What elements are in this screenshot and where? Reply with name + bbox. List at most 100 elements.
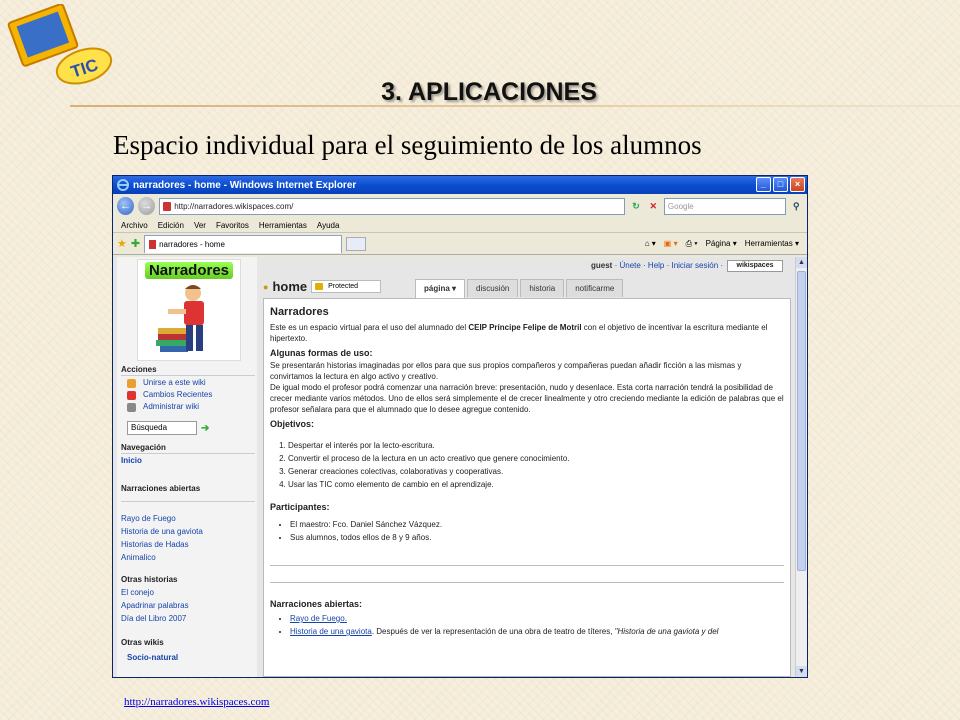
sidebar-link-hadas[interactable]: Historias de Hadas [121, 540, 189, 549]
content-divider [270, 565, 784, 566]
link-rayo-de-fuego[interactable]: Rayo de Fuego. [290, 614, 347, 623]
sidebar-link-admin[interactable]: Administrar wiki [143, 402, 199, 411]
menu-ver[interactable]: Ver [194, 221, 206, 230]
formas-paragraph-2: De igual modo el profesor podrá comenzar… [270, 383, 784, 414]
protected-badge: Protected [311, 280, 382, 293]
objetivos-list: Despertar el interés por la lecto-escrit… [288, 440, 784, 490]
wiki-content: Narradores Este es un espacio virtual pa… [263, 298, 791, 677]
sidebar-divider [121, 375, 255, 376]
maximize-button[interactable]: □ [773, 177, 788, 192]
sidebar-link-recent[interactable]: Cambios Recientes [143, 390, 212, 399]
search-input[interactable]: Google [663, 197, 786, 215]
content-divider [270, 582, 784, 583]
participantes-heading: Participantes: [270, 502, 330, 512]
menu-bar: Archivo Edición Ver Favoritos Herramient… [113, 218, 807, 233]
sidebar-link-dia-libro[interactable]: Día del Libro 2007 [121, 614, 186, 623]
slide-subtitle: Espacio individual para el seguimiento d… [113, 130, 702, 160]
user-links[interactable]: guest · Únete · Help · Iniciar sesión · [591, 261, 723, 270]
list-item: Generar creaciones colectivas, colaborat… [288, 466, 784, 477]
sidebar-link-conejo[interactable]: El conejo [121, 588, 154, 597]
sidebar-divider [121, 453, 255, 454]
scroll-up-icon[interactable]: ▲ [796, 257, 807, 268]
reader-illustration [156, 285, 204, 352]
link-historia-gaviota[interactable]: Historia de una gaviota [290, 627, 372, 636]
stop-icon[interactable]: ✕ [647, 199, 660, 213]
list-item: El maestro: Fco. Daniel Sánchez Vázquez. [290, 519, 784, 530]
otras-historias-heading: Otras historias [121, 575, 178, 584]
new-tab-button[interactable] [346, 236, 367, 251]
close-button[interactable]: × [790, 177, 805, 192]
sidebar-link-animalico[interactable]: Animalico [121, 553, 156, 562]
tab-pagina[interactable]: página ▾ [415, 279, 466, 298]
tab-historia[interactable]: historia [520, 279, 565, 297]
tab-notificarme[interactable]: notificarme [566, 279, 624, 297]
source-link[interactable]: http://narradores.wikispaces.com [124, 696, 269, 708]
page-menu[interactable]: Página ▾ [706, 239, 737, 249]
formas-paragraph-1: Se presentarán historias imaginadas por … [270, 361, 742, 381]
feeds-icon[interactable]: ▣ ▾ [664, 239, 678, 249]
refresh-icon[interactable]: ↻ [629, 199, 642, 213]
tools-menu[interactable]: Herramientas ▾ [745, 239, 799, 249]
print-icon[interactable]: ⎙ ▾ [686, 239, 698, 249]
menu-favoritos[interactable]: Favoritos [216, 221, 249, 230]
gear-icon [127, 403, 136, 412]
list-item: Historia de una gaviota. Después de ver … [290, 626, 784, 637]
otras-wikis-heading: Otras wikis [121, 638, 164, 647]
minimize-button[interactable]: _ [756, 177, 771, 192]
menu-ayuda[interactable]: Ayuda [317, 221, 340, 230]
list-item: Despertar el interés por la lecto-escrit… [288, 440, 784, 451]
narraciones-heading: Narraciones abiertas [121, 484, 201, 493]
wikispaces-favicon [163, 201, 172, 211]
scroll-down-icon[interactable]: ▼ [796, 666, 807, 677]
add-favorites-icon[interactable]: ✚ [131, 237, 140, 250]
sidebar-link-apadrinar[interactable]: Apadrinar palabras [121, 601, 189, 610]
page-viewport: Narradores Acciones Unirse a este wiki C… [113, 257, 797, 677]
menu-herramientas[interactable]: Herramientas [259, 221, 307, 230]
address-input[interactable]: http://narradores.wikispaces.com/ [159, 197, 626, 215]
sidebar-link-socio-natural[interactable]: Socio-natural [127, 653, 178, 662]
join-icon [127, 379, 136, 388]
sidebar-link-join[interactable]: Unirse a este wiki [143, 378, 206, 387]
narraciones-list: Rayo de Fuego. Historia de una gaviota. … [290, 613, 784, 637]
ie-icon [117, 179, 129, 191]
vertical-scrollbar[interactable]: ▲ ▼ [795, 257, 807, 677]
menu-edicion[interactable]: Edición [158, 221, 184, 230]
address-toolbar: ← → http://narradores.wikispaces.com/ ↻ … [113, 194, 807, 218]
acciones-heading: Acciones [121, 365, 157, 374]
page-home-label: home [272, 279, 308, 294]
menu-archivo[interactable]: Archivo [121, 221, 148, 230]
lock-icon: ● [263, 281, 269, 292]
wiki-sidebar: Narradores Acciones Unirse a este wiki C… [117, 257, 257, 677]
tab-narradores-home[interactable]: narradores - home [144, 234, 343, 253]
scroll-thumb[interactable] [797, 271, 806, 571]
home-icon[interactable]: ⌂ ▾ [645, 239, 656, 249]
padlock-icon [315, 283, 324, 290]
calendar-icon [127, 391, 136, 400]
wiki-tabs: página ▾ discusión historia notificarme [415, 279, 624, 298]
formas-heading: Algunas formas de uso: [270, 348, 373, 358]
page-header: ● home Protected [263, 279, 382, 294]
sidebar-link-rayo[interactable]: Rayo de Fuego [121, 514, 176, 523]
list-item: Rayo de Fuego. [290, 613, 784, 624]
page-title: Narradores [270, 306, 329, 318]
narradores-logo[interactable]: Narradores [137, 259, 241, 361]
navegacion-heading: Navegación [121, 443, 166, 452]
window-title: narradores - home - Windows Internet Exp… [133, 179, 357, 191]
back-arrow-icon[interactable]: ← [117, 197, 135, 215]
favorites-star-icon[interactable]: ★ [117, 237, 127, 250]
user-guest: guest [591, 261, 613, 270]
sidebar-link-inicio[interactable]: Inicio [121, 456, 142, 465]
sidebar-search-input[interactable]: Búsqueda [127, 421, 197, 435]
browser-window: narradores - home - Windows Internet Exp… [112, 175, 808, 678]
wikispaces-badge[interactable]: wikispaces [727, 260, 783, 272]
list-item: Convertir el proceso de la lectura en un… [288, 453, 784, 464]
search-icon[interactable]: ⚲ [790, 199, 803, 213]
tab-bar: ★ ✚ narradores - home ⌂ ▾ ▣ ▾ ⎙ ▾ Página… [113, 233, 807, 255]
tab-discusion[interactable]: discusión [467, 279, 519, 297]
user-link-list[interactable]: · Únete · Help · Iniciar sesión · [615, 261, 723, 270]
sidebar-link-gaviota[interactable]: Historia de una gaviota [121, 527, 203, 536]
window-titlebar[interactable]: narradores - home - Windows Internet Exp… [113, 176, 807, 194]
forward-arrow-icon[interactable]: → [138, 197, 156, 215]
search-go-icon[interactable]: ➔ [201, 423, 209, 434]
slide-title: 3. APLICACIONES [381, 78, 597, 106]
